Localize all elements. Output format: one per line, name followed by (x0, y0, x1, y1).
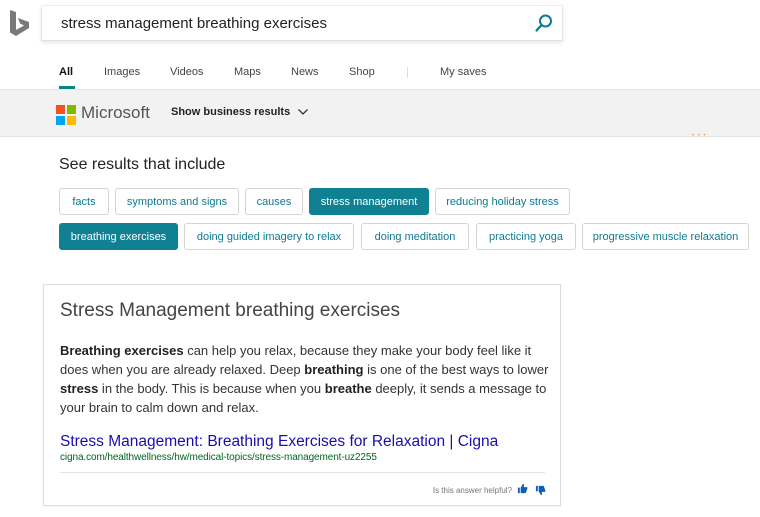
snippet-bold: Breathing exercises (60, 343, 184, 358)
answer-source-url: cigna.com/healthwellness/hw/medical-topi… (60, 452, 377, 463)
snippet-text: is one of the best ways to lower (363, 362, 549, 377)
nav-divider (407, 67, 408, 78)
chip-doing-guided-imagery[interactable]: doing guided imagery to relax (184, 223, 354, 250)
search-icon[interactable] (534, 13, 554, 33)
answer-snippet: Breathing exercises can help you relax, … (60, 341, 555, 417)
chip-reducing-holiday-stress[interactable]: reducing holiday stress (435, 188, 570, 215)
tab-shop[interactable]: Shop (349, 66, 375, 78)
chip-facts[interactable]: facts (59, 188, 109, 215)
loading-dots: • • • (692, 133, 707, 139)
snippet-text: in the body. This is because when you (98, 381, 325, 396)
chip-stress-management[interactable]: stress management (309, 188, 429, 215)
answer-source-link[interactable]: Stress Management: Breathing Exercises f… (60, 433, 498, 451)
search-input[interactable] (42, 8, 512, 38)
show-business-results-label: Show business results (171, 106, 291, 118)
thumbs-up-icon[interactable] (517, 483, 528, 494)
tab-videos[interactable]: Videos (170, 66, 203, 78)
tab-maps[interactable]: Maps (234, 66, 261, 78)
business-results-band: Microsoft Show business results • • • (0, 89, 760, 139)
card-divider (60, 472, 545, 473)
bing-logo-icon[interactable] (8, 9, 32, 37)
answer-card: Stress Management breathing exercises Br… (43, 284, 561, 506)
chip-doing-meditation[interactable]: doing meditation (361, 223, 469, 250)
snippet-bold: breathing (304, 362, 364, 377)
answer-title: Stress Management breathing exercises (60, 300, 401, 321)
snippet-bold: stress (60, 381, 99, 396)
thumbs-down-icon[interactable] (535, 485, 546, 496)
tab-images[interactable]: Images (104, 66, 140, 78)
tab-news[interactable]: News (291, 66, 319, 78)
snippet-bold: breathe (324, 381, 372, 396)
chip-symptoms-and-signs[interactable]: symptoms and signs (115, 188, 239, 215)
scope-nav: All Images Videos Maps News Shop My save… (0, 58, 760, 89)
chip-breathing-exercises[interactable]: breathing exercises (59, 223, 178, 250)
chip-causes[interactable]: causes (245, 188, 303, 215)
helpful-prompt: Is this answer helpful? (432, 486, 512, 495)
search-box (42, 6, 562, 40)
chip-practicing-yoga[interactable]: practicing yoga (476, 223, 576, 250)
show-business-results-button[interactable]: Show business results (171, 106, 309, 118)
microsoft-brand-label: Microsoft (81, 103, 150, 122)
chevron-down-icon (298, 109, 309, 115)
refinements-title: See results that include (59, 156, 226, 173)
tab-all[interactable]: All (59, 66, 73, 78)
microsoft-logo-icon (56, 105, 76, 125)
my-saves-link[interactable]: My saves (440, 66, 486, 78)
chip-progressive-muscle-relaxation[interactable]: progressive muscle relaxation (582, 223, 749, 250)
